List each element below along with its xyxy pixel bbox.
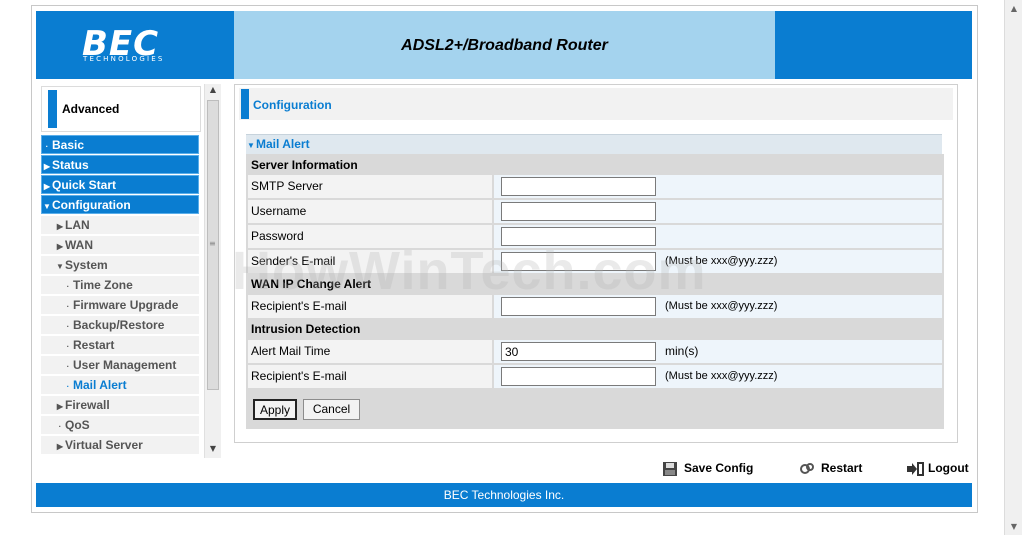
dot-icon: · (66, 322, 70, 331)
mode-label: Advanced (62, 102, 120, 116)
apply-button[interactable]: Apply (253, 399, 297, 420)
logout-icon (906, 461, 924, 476)
scroll-down-icon[interactable]: ▼ (205, 444, 221, 453)
username-label: Username (248, 200, 492, 223)
restart-icon (799, 462, 815, 476)
sidebar-item-time-zone[interactable]: · Time Zone (41, 276, 199, 295)
sidebar-item-restart[interactable]: · Restart (41, 336, 199, 355)
arrow-down-icon: ▼ (56, 262, 64, 271)
page-title: Configuration (253, 98, 332, 112)
browser-scrollbar[interactable]: ▲ ▼ (1004, 0, 1022, 535)
restart-button[interactable]: Restart (799, 461, 862, 476)
footer-bar: BEC Technologies Inc. (36, 483, 972, 507)
footer-copyright: BEC Technologies Inc. (443, 488, 565, 502)
save-config-button[interactable]: Save Config (662, 461, 753, 476)
alert-mail-time-input[interactable] (501, 342, 656, 361)
dot-icon: · (66, 282, 70, 291)
sidebar-item-backup-restore[interactable]: · Backup/Restore (41, 316, 199, 335)
bec-logo-subtitle: TECHNOLOGIES (83, 55, 165, 63)
arrow-right-icon: ▶ (43, 182, 51, 191)
mode-accent-bar (48, 90, 57, 128)
arrow-right-icon: ▶ (43, 162, 51, 171)
sidebar-item-user-management[interactable]: · User Management (41, 356, 199, 375)
mail-alert-title[interactable]: ▼Mail Alert (246, 134, 942, 154)
sidebar-item-firewall[interactable]: ▶ Firewall (41, 396, 199, 415)
smtp-server-cell (494, 175, 942, 198)
smtp-server-input[interactable] (501, 177, 656, 196)
config-accent-bar (241, 89, 249, 119)
sidebar-item-status[interactable]: ▶ Status (41, 155, 199, 174)
sidebar-item-virtual-server[interactable]: ▶ Virtual Server (41, 436, 199, 455)
sidebar-item-qos[interactable]: · QoS (41, 416, 199, 435)
dot-icon: · (45, 142, 49, 151)
dot-icon: · (66, 302, 70, 311)
logout-button[interactable]: Logout (906, 461, 969, 476)
dot-icon: · (58, 422, 62, 431)
header-title-area: ADSL2+/Broadband Router (234, 11, 775, 79)
dot-icon: · (66, 342, 70, 351)
sidebar-item-system[interactable]: ▼System (41, 256, 199, 275)
alert-mail-time-label: Alert Mail Time (248, 340, 492, 363)
smtp-server-row: SMTP Server (246, 175, 944, 198)
sidebar-item-firmware-upgrade[interactable]: · Firmware Upgrade (41, 296, 199, 315)
username-row: Username (246, 200, 944, 223)
username-input[interactable] (501, 202, 656, 221)
alert-mail-time-cell: min(s) (494, 340, 942, 363)
alert-mail-time-unit: min(s) (665, 344, 699, 358)
sidebar-item-quick-start[interactable]: ▶ Quick Start (41, 175, 199, 194)
intrusion-recipient-email-cell: (Must be xxx@yyy.zzz) (494, 365, 942, 388)
sidebar-scrollbar[interactable]: ▲ ≡ ▼ (204, 84, 221, 458)
sidebar-item-wan[interactable]: ▶ WAN (41, 236, 199, 255)
sidebar-item-mail-alert[interactable]: · Mail Alert (41, 376, 199, 395)
scroll-up-icon[interactable]: ▲ (205, 85, 221, 94)
sidebar: Advanced · Basic ▶ Status ▶ Quick Start ▼Co… (41, 84, 203, 458)
sidebar-item-lan[interactable]: ▶ LAN (41, 216, 199, 235)
floppy-disk-icon (662, 461, 678, 476)
intrusion-recipient-email-input[interactable] (501, 367, 656, 386)
sidebar-item-configuration[interactable]: ▼Configuration (41, 195, 199, 214)
arrow-right-icon: ▶ (56, 402, 64, 411)
arrow-right-icon: ▶ (56, 242, 64, 251)
username-cell (494, 200, 942, 223)
sidebar-mode-advanced[interactable]: Advanced (41, 86, 201, 132)
arrow-down-icon: ▼ (247, 141, 255, 150)
intrusion-recipient-email-row: Recipient's E-mail (Must be xxx@yyy.zzz) (246, 365, 944, 388)
arrow-right-icon: ▶ (56, 222, 64, 231)
header-logo-area: BEC TECHNOLOGIES (36, 11, 234, 79)
scroll-down-icon[interactable]: ▼ (1005, 518, 1022, 535)
sidebar-item-basic[interactable]: · Basic (41, 135, 199, 154)
arrow-down-icon: ▼ (43, 202, 51, 211)
grip-icon: ≡ (209, 239, 216, 248)
server-information-heading: Server Information (246, 156, 944, 174)
dot-icon: · (66, 362, 70, 371)
dot-icon: · (66, 382, 70, 391)
intrusion-recipient-email-hint: (Must be xxx@yyy.zzz) (665, 370, 778, 382)
alert-mail-time-row: Alert Mail Time min(s) (246, 340, 944, 363)
header-right-area (775, 11, 972, 79)
intrusion-recipient-email-label: Recipient's E-mail (248, 365, 492, 388)
scroll-up-icon[interactable]: ▲ (1005, 0, 1022, 17)
cancel-button[interactable]: Cancel (303, 399, 360, 420)
watermark: HowWinTech.com (232, 241, 707, 301)
config-header: Configuration (239, 88, 953, 120)
product-title: ADSL2+/Broadband Router (401, 37, 608, 54)
smtp-server-label: SMTP Server (248, 175, 492, 198)
arrow-right-icon: ▶ (56, 442, 64, 451)
intrusion-detection-heading: Intrusion Detection (246, 320, 944, 338)
